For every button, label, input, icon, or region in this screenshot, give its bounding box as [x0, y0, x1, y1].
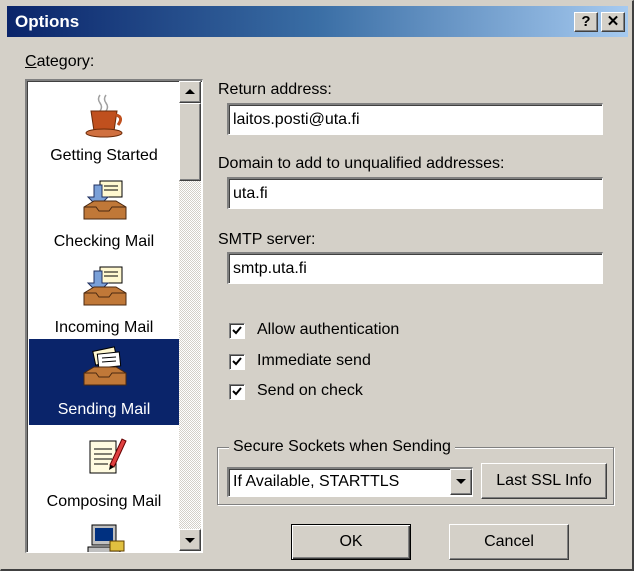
checkmark-icon: [232, 326, 242, 335]
window-title: Options: [15, 12, 80, 31]
checkmark-icon: [232, 357, 242, 366]
category-scrollbar[interactable]: [179, 81, 201, 551]
checkbox-box[interactable]: [229, 323, 245, 339]
ssl-mode-value: If Available, STARTTLS: [233, 473, 400, 490]
notepad-pen-icon: [89, 438, 127, 474]
send-on-check-label: Send on check: [257, 382, 363, 399]
last-ssl-info-button[interactable]: Last SSL Info: [481, 463, 607, 499]
close-icon: ✕: [606, 13, 620, 30]
allow-authentication-label: Allow authentication: [257, 321, 400, 338]
dropdown-button[interactable]: [450, 469, 472, 495]
ok-button[interactable]: OK: [291, 524, 411, 560]
category-item-label: Composing Mail: [46, 493, 162, 510]
scroll-down-button[interactable]: [179, 529, 201, 551]
category-item-label: Sending Mail: [57, 401, 151, 418]
cancel-button[interactable]: Cancel: [449, 524, 569, 560]
options-dialog: Options ? ✕ Category: Getting Started Ch…: [0, 0, 634, 571]
return-address-input[interactable]: [227, 103, 603, 135]
category-item-incoming-mail[interactable]: Incoming Mail: [29, 259, 179, 345]
return-address-label: Return address:: [218, 81, 332, 98]
domain-label: Domain to add to unqualified addresses:: [218, 155, 505, 172]
computer-icon: [87, 524, 125, 552]
smtp-server-input[interactable]: [227, 252, 603, 284]
category-label-rest: ategory:: [36, 53, 95, 70]
category-item-label: Getting Started: [50, 147, 158, 164]
inbox-tray-icon: [83, 266, 127, 306]
category-item-label: Incoming Mail: [54, 319, 154, 336]
scroll-thumb[interactable]: [179, 103, 201, 181]
category-item-sending-mail[interactable]: Sending Mail: [29, 339, 179, 425]
checkmark-icon: [232, 387, 242, 396]
ssl-group-label: Secure Sockets when Sending: [229, 438, 455, 456]
checkbox-box[interactable]: [229, 354, 245, 370]
help-icon: ?: [581, 13, 591, 30]
category-item-label: Checking Mail: [53, 233, 155, 250]
immediate-send-label: Immediate send: [257, 352, 371, 369]
arrow-up-icon: [185, 89, 195, 94]
inbox-tray-icon: [83, 180, 127, 220]
close-button[interactable]: ✕: [601, 12, 625, 32]
help-button[interactable]: ?: [574, 12, 598, 32]
checkbox-box[interactable]: [229, 384, 245, 400]
category-label: Category:: [25, 53, 95, 70]
domain-input[interactable]: [227, 177, 603, 209]
category-list[interactable]: Getting Started Checking Mail Incoming M: [25, 79, 203, 553]
category-item-getting-started[interactable]: Getting Started: [29, 87, 179, 173]
scroll-up-button[interactable]: [179, 81, 201, 103]
chevron-down-icon: [456, 479, 466, 484]
arrow-down-icon: [185, 538, 195, 543]
smtp-server-label: SMTP server:: [218, 231, 316, 248]
category-item-computer[interactable]: [29, 513, 179, 552]
coffee-cup-icon: [85, 94, 123, 138]
title-bar: Options ? ✕: [7, 6, 628, 37]
category-item-checking-mail[interactable]: Checking Mail: [29, 173, 179, 259]
ssl-mode-select[interactable]: If Available, STARTTLS: [227, 467, 473, 497]
category-item-composing-mail[interactable]: Composing Mail: [29, 429, 179, 515]
outbox-tray-icon: [83, 346, 127, 386]
